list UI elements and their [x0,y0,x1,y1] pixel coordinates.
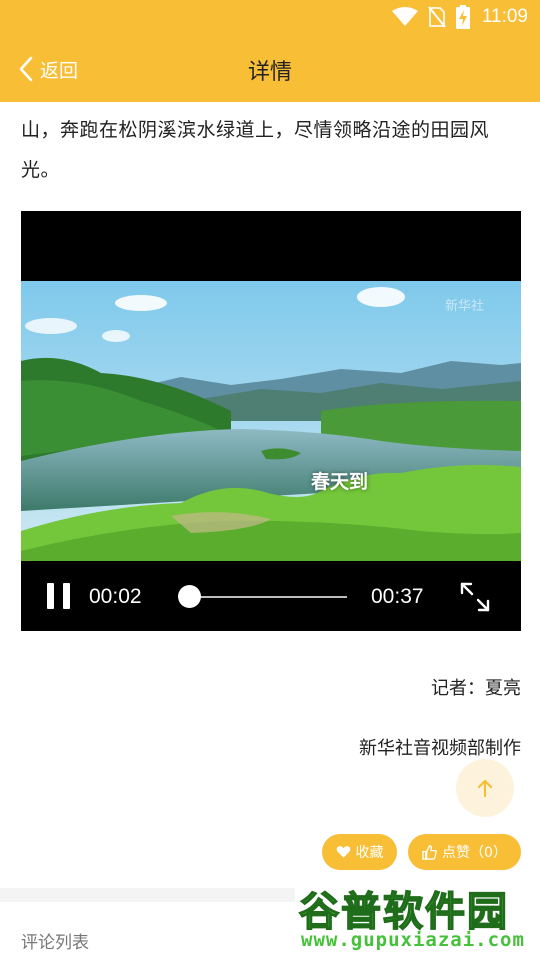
pause-icon-right-bar [63,583,70,609]
reporter-credit: 记者：夏亮 [431,678,521,699]
current-time: 00:02 [89,585,142,608]
thumbs-up-icon [422,844,437,860]
comments-title: 评论列表 [21,933,89,953]
progress-knob[interactable] [178,585,202,608]
article-text: 山，奔跑在松阴溪滨水绿道上，尽情领略沿途的田园风光。 [21,119,490,181]
progress-track[interactable] [181,596,347,598]
video-corner-mark: 新华社 [445,299,485,314]
video-caption: 春天到 [311,471,369,493]
wifi-icon [391,7,418,26]
video-controls: 00:02 00:37 [21,561,521,631]
video-player[interactable]: 春天到 新华社 00:02 00:37 [21,211,521,631]
status-time: 11:09 [481,6,528,27]
app-header: 返回 详情 [0,34,540,102]
status-icons: 11:09 [391,5,528,29]
status-bar: 11:09 [0,0,540,34]
favorite-label: 收藏 [355,845,384,861]
total-time: 00:37 [371,585,424,608]
pause-icon-left-bar [47,583,54,609]
battery-charging-icon [455,5,470,29]
pause-button[interactable] [47,583,71,609]
site-watermark: 谷普软件园 www.gupuxiazai.com [295,875,540,960]
producer-credit: 新华社音视频部制作 [359,738,521,759]
fullscreen-icon[interactable] [459,581,491,613]
favorite-button[interactable]: 收藏 [322,834,397,870]
site-watermark-url: www.gupuxiazai.com [301,929,525,951]
video-landscape-image [21,281,521,561]
back-to-top-button[interactable] [456,759,514,817]
like-label: 点赞（0） [442,845,507,861]
no-sim-icon [428,6,446,28]
heart-icon [336,846,350,858]
like-button[interactable]: 点赞（0） [408,834,521,870]
page-title: 详情 [247,60,292,85]
video-frame[interactable]: 春天到 新华社 [21,281,521,561]
arrow-up-icon [477,779,493,798]
